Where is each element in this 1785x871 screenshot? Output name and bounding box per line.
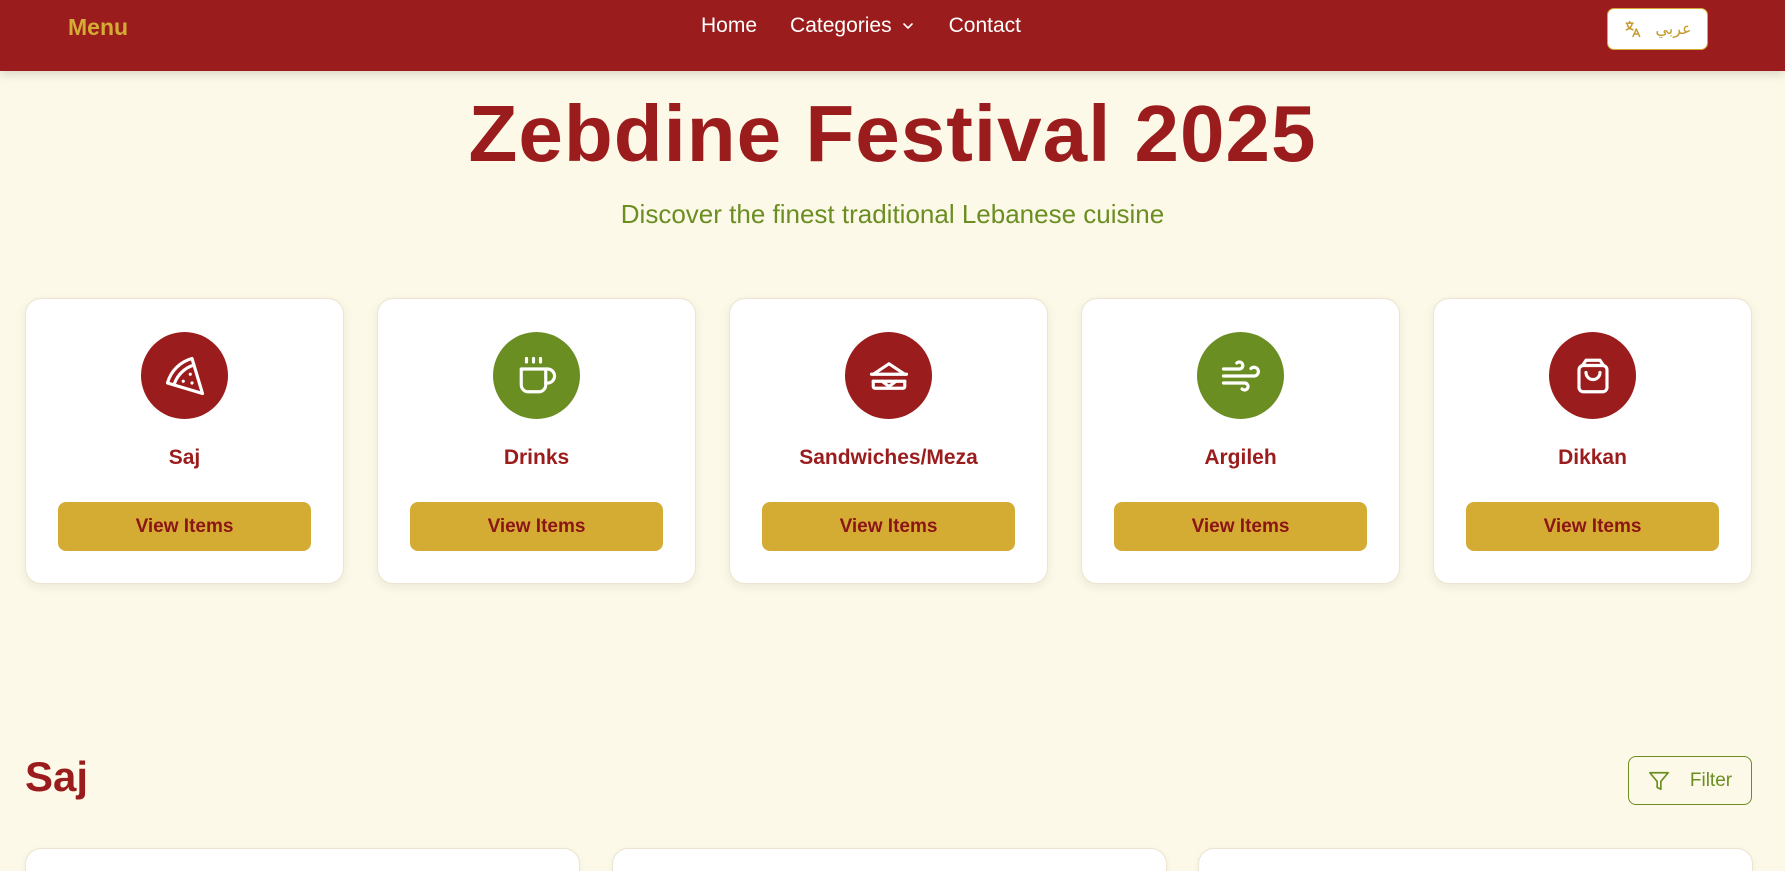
category-name: Dikkan [1558,446,1627,469]
category-icon-circle [1549,332,1636,419]
menu-item-card[interactable] [1198,848,1753,871]
category-name: Sandwiches/Meza [799,446,978,469]
nav-home-label: Home [701,14,758,37]
nav-contact-label: Contact [948,14,1021,37]
category-card-argileh: Argileh View Items [1081,298,1400,584]
nav-categories-dropdown[interactable]: Categories [790,14,916,38]
nav-contact-link[interactable]: Contact [949,14,1021,38]
category-icon-circle [141,332,228,419]
filter-icon [1648,771,1669,790]
category-card-drinks: Drinks View Items [377,298,696,584]
coffee-cup-icon [519,356,556,393]
filter-label: Filter [1689,769,1733,791]
category-icon-circle [845,332,932,419]
page-title: Zebdine Festival 2025 [468,89,1317,178]
pizza-slice-icon [165,356,204,395]
view-items-button-drinks[interactable]: View Items [410,502,663,551]
view-items-button-argileh[interactable]: View Items [1114,502,1367,551]
shopping-bag-icon [1576,358,1609,393]
menu-item-card[interactable] [612,848,1167,871]
category-cards: Saj View Items Drinks View Items Sandwic… [25,298,1752,584]
page-subtitle: Discover the finest traditional Lebanese… [620,199,1165,229]
view-items-button-sandwiches-meza[interactable]: View Items [762,502,1015,551]
category-name: Drinks [503,446,570,469]
top-navbar: Menu Home Categories Contact عربي [0,0,1785,71]
nav-links: Home Categories Contact [701,14,1021,38]
filter-button[interactable]: Filter [1628,756,1752,805]
view-items-button-dikkan[interactable]: View Items [1466,502,1719,551]
category-name: Argileh [1204,446,1277,469]
nav-categories-label: Categories [790,14,892,37]
language-toggle-label: عربي [1655,21,1692,38]
category-card-saj: Saj View Items [25,298,344,584]
view-items-button-saj[interactable]: View Items [58,502,311,551]
category-card-sandwiches-meza: Sandwiches/Meza View Items [729,298,1048,584]
category-icon-circle [1197,332,1284,419]
chevron-down-icon [902,23,913,29]
translate-icon [1625,20,1641,38]
category-icon-circle [493,332,580,419]
sandwich-icon [869,361,908,390]
section-title: Saj [25,753,89,800]
language-toggle-button[interactable]: عربي [1607,8,1708,50]
category-name: Saj [168,446,201,469]
menu-item-card[interactable] [25,848,580,871]
nav-home-link[interactable]: Home [701,14,757,38]
wind-icon [1221,359,1260,392]
menu-brand-link[interactable]: Menu [68,14,128,41]
category-card-dikkan: Dikkan View Items [1433,298,1752,584]
